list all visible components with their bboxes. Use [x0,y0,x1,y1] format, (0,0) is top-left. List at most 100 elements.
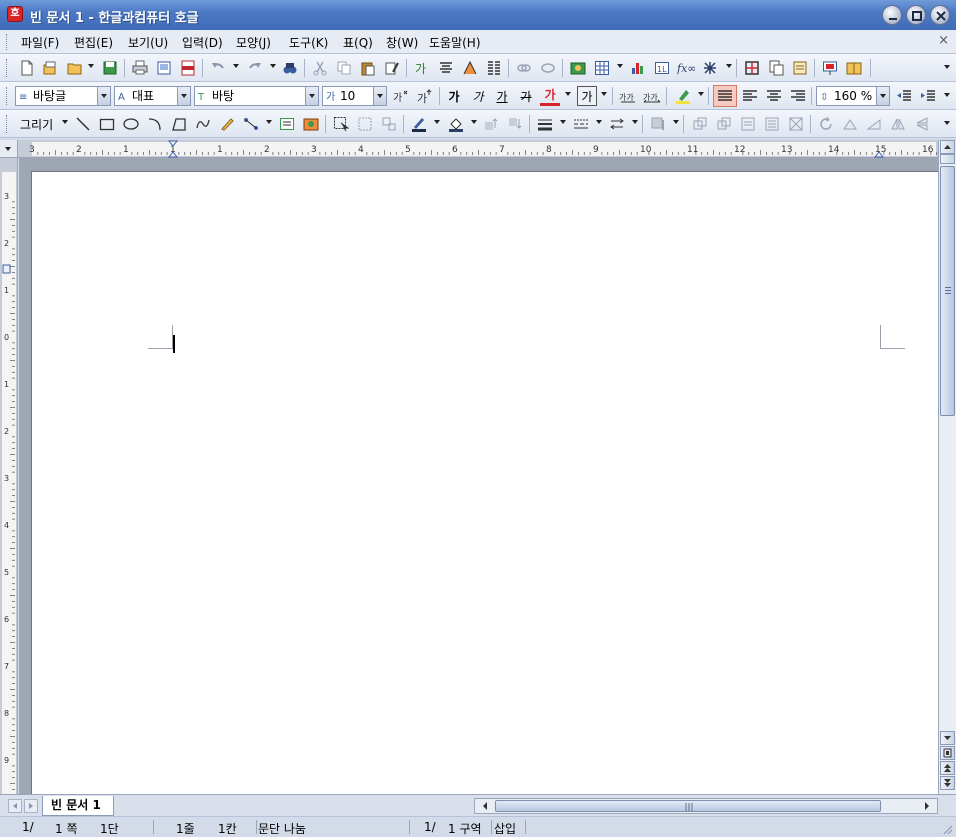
redo-icon[interactable] [245,58,265,78]
horizontal-ruler[interactable]: 3 2 1 1 1 2 3 4 5 6 7 8 9 10 11 12 13 14 15 16 [18,140,938,158]
char-spacing-increase-icon[interactable]: 가가 [642,86,662,106]
format-painter-icon[interactable] [382,58,402,78]
undo-icon[interactable] [208,58,228,78]
char-spacing-decrease-icon[interactable]: 가가 [618,86,638,106]
horizontal-scroll-thumb[interactable] [495,800,881,812]
previous-page-button[interactable] [940,761,955,775]
right-indent-marker-icon[interactable] [874,140,884,158]
group-objects-icon[interactable] [355,114,375,134]
underline-button[interactable]: 가 [492,86,512,106]
save-icon[interactable] [100,58,120,78]
new-template-icon[interactable] [40,58,60,78]
table-dropdown-icon[interactable] [617,64,623,68]
connector-tool-icon[interactable] [241,114,261,134]
insert-table-icon[interactable] [592,58,612,78]
ellipse-tool-icon[interactable] [121,114,141,134]
minimize-button[interactable] [882,5,902,25]
rotate-left-icon[interactable] [840,114,860,134]
align-right-button[interactable] [788,86,808,106]
line-color-dropdown-icon[interactable] [434,120,440,124]
zoom-select[interactable]: ⇳ 160 % [816,86,890,106]
insert-field-icon[interactable] [742,58,762,78]
font-size-select[interactable]: 가 10 [322,86,387,106]
align-objects-icon[interactable] [690,114,710,134]
highlighter-dropdown-icon[interactable] [698,92,704,96]
toolbar-overflow-icon[interactable] [944,93,950,97]
strikethrough-button[interactable]: 가 [516,86,536,106]
chevron-down-icon[interactable] [876,87,889,105]
flip-horizontal-icon[interactable] [888,114,908,134]
style-icon[interactable] [460,58,480,78]
insert-symbol-icon[interactable] [700,58,720,78]
toolbar-overflow-icon[interactable] [944,121,950,125]
menu-table[interactable]: 표(Q) [343,34,373,51]
symbol-dropdown-icon[interactable] [726,64,732,68]
toolbar-grip[interactable] [6,59,9,77]
toolbar-overflow-icon[interactable] [944,65,950,69]
left-indent-marker-icon[interactable] [168,140,178,158]
close-document-icon[interactable]: × [938,33,949,48]
style-select[interactable]: ≡ 바탕글 [15,86,111,106]
font-language-select[interactable]: A 대표 [114,86,191,106]
fill-color-dropdown-icon[interactable] [471,120,477,124]
ebook-icon[interactable] [844,58,864,78]
outline-dropdown-icon[interactable] [601,92,607,96]
drawing-label[interactable]: 그리기 [20,116,53,133]
drawing-dropdown-icon[interactable] [62,120,68,124]
menu-edit[interactable]: 편집(E) [74,34,113,51]
para-shape-icon[interactable] [436,58,456,78]
fill-color-icon[interactable] [446,114,466,134]
paste-icon[interactable] [358,58,378,78]
insert-equation-icon[interactable]: fx∞ [676,58,696,78]
chevron-down-icon[interactable] [373,87,386,105]
menu-help[interactable]: 도움말(H) [429,34,481,51]
columns-icon[interactable] [484,58,504,78]
undo-dropdown-icon[interactable] [233,64,239,68]
find-binoculars-icon[interactable] [280,58,300,78]
memo-icon[interactable] [790,58,810,78]
select-objects-icon[interactable] [331,114,351,134]
presentation-icon[interactable] [820,58,840,78]
polygon-tool-icon[interactable] [169,114,189,134]
send-backward-icon[interactable] [505,114,525,134]
chevron-down-icon[interactable] [177,87,190,105]
font-color-dropdown-icon[interactable] [565,92,571,96]
menu-insert[interactable]: 입력(D) [182,34,223,51]
document-page[interactable] [31,171,938,794]
insert-chart-icon[interactable] [628,58,648,78]
vertical-ruler[interactable]: 3 2 1 0 1 2 3 4 5 6 7 8 9 [0,158,18,794]
highlighter-icon[interactable] [673,86,693,106]
indent-decrease-icon[interactable] [894,86,914,106]
ungroup-objects-icon[interactable] [379,114,399,134]
indent-increase-icon[interactable] [918,86,938,106]
italic-button[interactable]: 가 [468,86,488,106]
menubar-grip[interactable] [6,34,9,50]
horizontal-scrollbar[interactable] [474,798,938,814]
maximize-button[interactable] [906,5,926,25]
hyperlink-icon[interactable] [514,58,534,78]
line-thickness-icon[interactable] [535,114,555,134]
bold-button[interactable]: 가 [444,86,464,106]
insert-file-icon[interactable] [766,58,786,78]
draw-textbox-icon[interactable] [277,114,297,134]
scroll-down-button[interactable] [940,731,955,745]
bookmark-link-icon[interactable] [538,58,558,78]
cut-icon[interactable] [310,58,330,78]
scroll-up-button[interactable] [940,140,955,154]
line-style-dropdown-icon[interactable] [596,120,602,124]
insert-picture-icon[interactable] [568,58,588,78]
arc-tool-icon[interactable] [145,114,165,134]
align-center-button[interactable] [764,86,784,106]
menu-view[interactable]: 보기(U) [128,34,168,51]
open-folder-icon[interactable] [65,58,85,78]
font-size-decrease-icon[interactable]: 가 [391,86,411,106]
status-insert-mode[interactable]: 삽입 [494,820,516,837]
tab-scroll-right-button[interactable] [24,799,38,813]
scroll-right-icon[interactable] [921,799,933,813]
draw-picture-icon[interactable] [301,114,321,134]
open-dropdown-icon[interactable] [88,64,94,68]
font-size-increase-icon[interactable]: 가 [415,86,435,106]
line-color-icon[interactable] [409,114,429,134]
font-face-select[interactable]: T 바탕 [194,86,319,106]
page-view-button[interactable] [940,746,955,760]
